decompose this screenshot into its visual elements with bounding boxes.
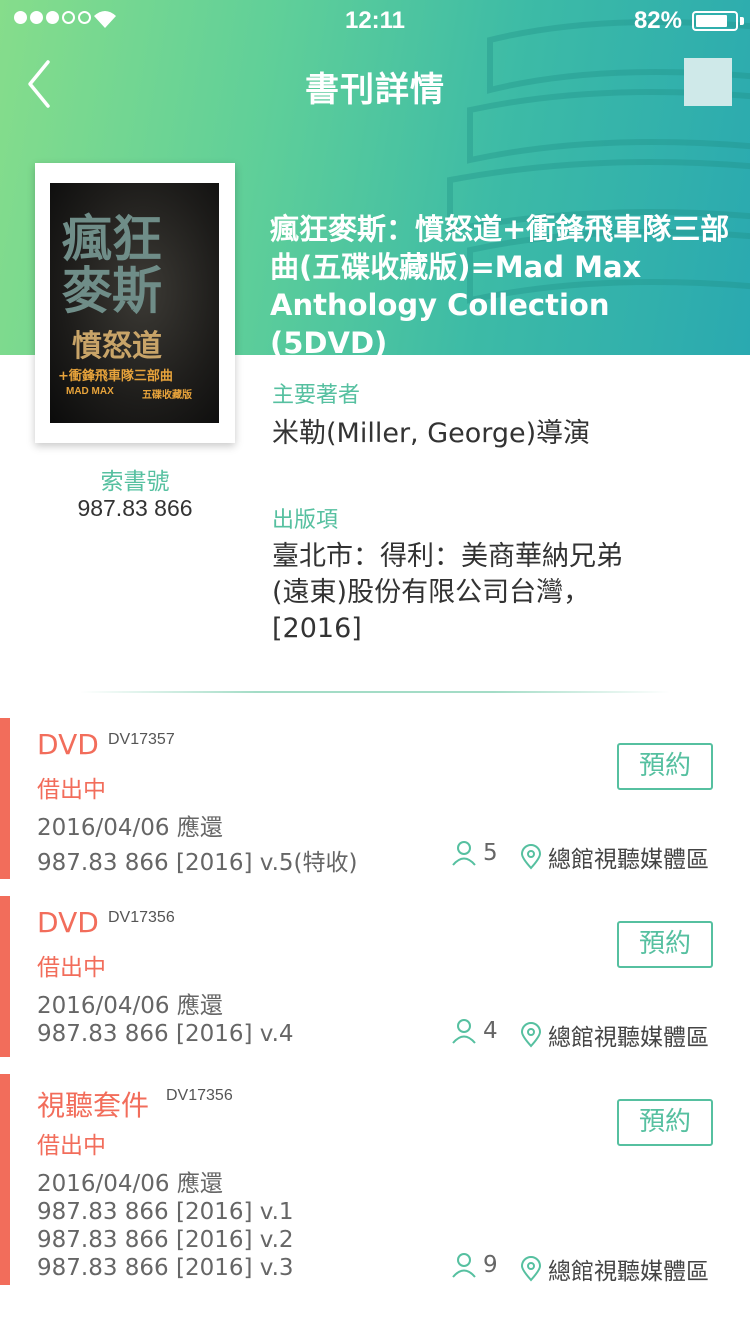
- holding-type: DVD: [37, 728, 99, 761]
- nav-action-button[interactable]: [684, 58, 732, 106]
- navigation-bar: 書刊詳情: [0, 40, 750, 128]
- holding-status: 借出中: [37, 955, 106, 981]
- person-icon: [452, 841, 476, 866]
- publisher-value: 臺北市：得利：美商華納兄弟(遠東)股份有限公司台灣，[2016]: [272, 541, 623, 644]
- holding-volume: 987.83 866 [2016] v.5(特收): [37, 850, 358, 876]
- reserve-button[interactable]: 預約: [617, 1099, 713, 1146]
- hold-count: 5: [451, 840, 498, 866]
- location-pin-icon: [520, 1256, 542, 1282]
- holding-item: DVD DV17356 借出中 2016/04/06 應還 987.83 866…: [0, 896, 750, 1057]
- author-value: 米勒(Miller, George)導演: [272, 418, 591, 449]
- call-number-value: 987.83 866: [77, 495, 193, 521]
- reserve-button[interactable]: 預約: [617, 921, 713, 968]
- battery-icon: [692, 11, 738, 31]
- holding-volume: 987.83 866 [2016] v.1: [37, 1199, 294, 1225]
- holding-location-label: 總館視聽媒體區: [548, 847, 709, 873]
- cover-logo-text: MAD MAX: [66, 386, 114, 397]
- holding-barcode: DV17356: [108, 909, 175, 926]
- hold-count-value: 4: [483, 1018, 498, 1044]
- holding-type: DVD: [37, 906, 99, 939]
- holding-status: 借出中: [37, 777, 106, 803]
- holding-type: 視聽套件: [37, 1089, 150, 1122]
- holding-volume: 987.83 866 [2016] v.2: [37, 1227, 294, 1253]
- holding-barcode: DV17357: [108, 731, 175, 748]
- holding-barcode: DV17356: [166, 1087, 233, 1104]
- author-label: 主要著者: [272, 383, 361, 408]
- holding-status-bar: [0, 718, 10, 879]
- holding-volume: 987.83 866 [2016] v.4: [37, 1021, 294, 1047]
- holding-status-bar: [0, 896, 10, 1057]
- status-bar: 12:11 82%: [0, 0, 750, 40]
- page-title: 書刊詳情: [305, 70, 445, 110]
- battery-percentage: 82%: [633, 7, 682, 34]
- holding-status: 借出中: [37, 1133, 106, 1159]
- call-number-label: 索書號: [100, 469, 170, 495]
- holding-location: 總館視聽媒體區: [520, 1252, 709, 1286]
- publisher-label: 出版項: [272, 508, 339, 533]
- cover-tagline-text: +衝鋒飛車隊三部曲: [58, 369, 173, 384]
- reserve-button[interactable]: 預約: [617, 743, 713, 790]
- holding-due-date: 2016/04/06 應還: [37, 1171, 223, 1197]
- holding-item: 視聽套件 DV17356 借出中 2016/04/06 應還 987.83 86…: [0, 1074, 750, 1285]
- book-title: 瘋狂麥斯：憤怒道+衝鋒飛車隊三部曲(五碟收藏版)=Mad Max Antholo…: [270, 212, 730, 360]
- battery-level: [696, 15, 728, 27]
- holding-due-date: 2016/04/06 應還: [37, 993, 223, 1019]
- hold-count: 9: [451, 1252, 498, 1278]
- holding-location: 總館視聽媒體區: [520, 1018, 709, 1052]
- location-pin-icon: [520, 844, 542, 870]
- cover-subtitle-text: 憤怒道: [72, 329, 162, 364]
- hold-count-value: 5: [483, 840, 498, 866]
- holding-location: 總館視聽媒體區: [520, 840, 709, 874]
- person-icon: [452, 1253, 476, 1278]
- holding-status-bar: [0, 1074, 10, 1285]
- location-pin-icon: [520, 1022, 542, 1048]
- cover-title-text: 瘋狂 麥斯: [62, 210, 162, 320]
- hold-count-value: 9: [483, 1252, 498, 1278]
- section-divider: [80, 691, 670, 693]
- holding-location-label: 總館視聽媒體區: [548, 1025, 709, 1051]
- holding-location-label: 總館視聽媒體區: [548, 1259, 709, 1285]
- holding-due-date: 2016/04/06 應還: [37, 815, 223, 841]
- book-cover-frame: 瘋狂 麥斯 憤怒道 +衝鋒飛車隊三部曲 MAD MAX 五碟收藏版: [35, 163, 235, 443]
- cover-edition-text: 五碟收藏版: [142, 390, 192, 401]
- battery-tip: [740, 17, 744, 25]
- hold-count: 4: [451, 1018, 498, 1044]
- book-cover-image: 瘋狂 麥斯 憤怒道 +衝鋒飛車隊三部曲 MAD MAX 五碟收藏版: [50, 183, 219, 423]
- holding-item: DVD DV17357 借出中 2016/04/06 應還 987.83 866…: [0, 718, 750, 879]
- person-icon: [452, 1019, 476, 1044]
- holding-volume: 987.83 866 [2016] v.3: [37, 1255, 294, 1281]
